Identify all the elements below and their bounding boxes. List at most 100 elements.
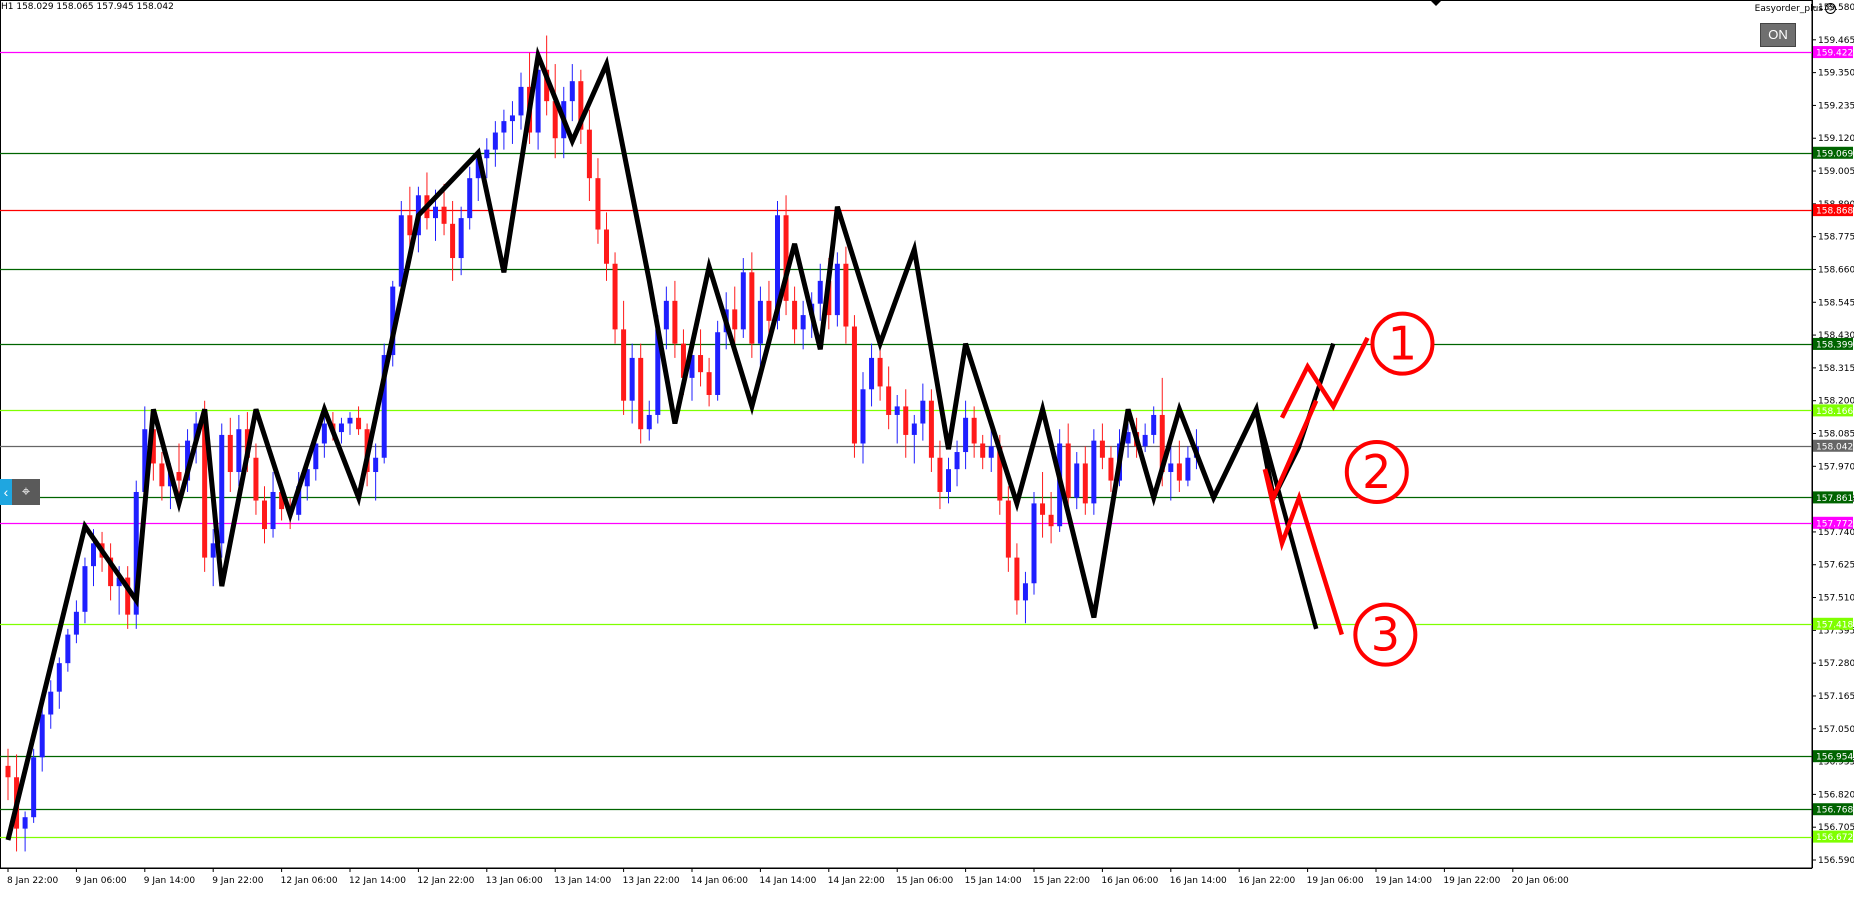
candle-body bbox=[971, 417, 977, 444]
candle-body bbox=[886, 386, 892, 415]
candle-body bbox=[407, 215, 413, 236]
candle-body bbox=[1142, 434, 1148, 447]
candle-body bbox=[467, 178, 473, 219]
candle-body bbox=[501, 121, 507, 133]
candle-body bbox=[817, 280, 823, 304]
candle-body bbox=[518, 86, 524, 116]
candle-body bbox=[492, 132, 498, 150]
scenario-marker-label: 1 bbox=[1388, 317, 1417, 371]
candle-body bbox=[176, 472, 182, 481]
level-price-tag-label: 157.861 bbox=[1816, 494, 1853, 504]
candle-body bbox=[851, 326, 857, 444]
chart-shift-marker[interactable] bbox=[1430, 0, 1442, 6]
candle-body bbox=[1176, 463, 1182, 481]
candle-body bbox=[5, 765, 11, 778]
candle-body bbox=[1091, 440, 1097, 504]
candle-body bbox=[1151, 414, 1157, 435]
candle-body bbox=[159, 463, 165, 487]
candle-body bbox=[450, 223, 456, 259]
candle-body bbox=[911, 423, 917, 435]
price-tick-label: 158.085 bbox=[1818, 430, 1854, 440]
candle-body bbox=[963, 417, 969, 453]
candle-body bbox=[433, 206, 438, 219]
price-tick-label: 158.660 bbox=[1818, 265, 1854, 275]
time-tick-label: 16 Jan 06:00 bbox=[1101, 876, 1158, 886]
price-tick-label: 157.970 bbox=[1818, 462, 1854, 472]
level-price-tag-label: 159.069 bbox=[1816, 149, 1853, 159]
price-chart[interactable]: 1 2 3 159.580 159.465 159.350 159.235 159.120 15… bbox=[0, 0, 1854, 896]
level-price-tag-label: 158.399 bbox=[1816, 340, 1853, 350]
candle-body bbox=[31, 757, 37, 818]
time-tick-label: 12 Jan 06:00 bbox=[281, 876, 338, 886]
candle-body bbox=[1031, 503, 1037, 584]
scenario-marker-label: 2 bbox=[1362, 445, 1391, 499]
zigzag-line bbox=[5, 46, 1302, 841]
projection-red-1 bbox=[1279, 336, 1370, 419]
candle-body bbox=[236, 429, 242, 473]
candle-body bbox=[356, 417, 362, 430]
candle-body bbox=[509, 115, 515, 122]
candle-body bbox=[894, 406, 900, 415]
candle-body bbox=[1014, 557, 1020, 601]
candle-body bbox=[604, 229, 609, 264]
indicator-label: Easyorder_plus ☺ bbox=[1755, 3, 1836, 14]
time-tick-label: 16 Jan 22:00 bbox=[1238, 876, 1295, 886]
chart-canvas[interactable]: 123159.580159.465159.350159.235159.12015… bbox=[0, 0, 1854, 896]
candle-body bbox=[1168, 463, 1174, 473]
candle-body bbox=[732, 309, 738, 330]
arrow-left-icon[interactable]: ‹ bbox=[0, 479, 12, 505]
time-tick-label: 15 Jan 22:00 bbox=[1033, 876, 1090, 886]
price-tick-label: 157.280 bbox=[1818, 659, 1854, 669]
candle-body bbox=[1005, 500, 1011, 558]
candle-body bbox=[980, 443, 986, 458]
indicator-on-button[interactable]: ON bbox=[1760, 23, 1796, 47]
candle-body bbox=[1099, 440, 1105, 458]
candle-body bbox=[569, 81, 575, 102]
candle-body bbox=[869, 357, 875, 390]
time-tick-label: 19 Jan 22:00 bbox=[1443, 876, 1500, 886]
candle-body bbox=[373, 457, 379, 473]
candle-body bbox=[766, 300, 772, 321]
candle-body bbox=[1040, 503, 1046, 515]
price-tick-label: 159.235 bbox=[1818, 101, 1854, 111]
candle-body bbox=[484, 149, 490, 159]
price-tick-label: 156.820 bbox=[1818, 790, 1854, 800]
candle-body bbox=[1185, 457, 1191, 481]
time-tick-label: 15 Jan 14:00 bbox=[965, 876, 1022, 886]
candle-body bbox=[65, 634, 71, 664]
candle-body bbox=[73, 611, 79, 635]
candle-body bbox=[82, 566, 88, 612]
candle-body bbox=[928, 400, 934, 458]
price-tick-label: 157.050 bbox=[1818, 725, 1854, 735]
candle-body bbox=[22, 817, 28, 829]
candle-body bbox=[843, 263, 849, 327]
time-tick-label: 14 Jan 14:00 bbox=[759, 876, 816, 886]
price-tick-label: 159.350 bbox=[1818, 69, 1854, 79]
price-tick-label: 158.545 bbox=[1818, 298, 1854, 308]
candle-body bbox=[920, 400, 926, 424]
time-tick-label: 13 Jan 14:00 bbox=[554, 876, 611, 886]
time-tick-label: 19 Jan 06:00 bbox=[1307, 876, 1364, 886]
level-price-tag-label: 156.768 bbox=[1816, 806, 1853, 816]
candle-body bbox=[698, 355, 704, 373]
candle-body bbox=[262, 500, 267, 530]
candle-body bbox=[227, 434, 233, 473]
candle-body bbox=[800, 315, 806, 330]
candle-body bbox=[860, 389, 866, 444]
candle-body bbox=[792, 300, 798, 330]
candle-body bbox=[321, 423, 327, 444]
time-tick-label: 19 Jan 14:00 bbox=[1375, 876, 1432, 886]
candle-body bbox=[1022, 583, 1028, 601]
price-tick-label: 156.590 bbox=[1818, 856, 1854, 866]
candle-body bbox=[1108, 457, 1114, 481]
candle-body bbox=[595, 178, 601, 230]
candle-body bbox=[749, 272, 755, 344]
time-tick-label: 20 Jan 06:00 bbox=[1512, 876, 1569, 886]
side-toolbar: ‹ ⌖ bbox=[0, 479, 40, 505]
candle-body bbox=[740, 272, 746, 330]
price-tick-label: 157.625 bbox=[1818, 561, 1854, 571]
candle-body bbox=[253, 457, 259, 501]
candle-body bbox=[219, 434, 225, 544]
level-price-tag-label: 157.418 bbox=[1816, 620, 1853, 630]
cursor-icon[interactable]: ⌖ bbox=[12, 479, 40, 505]
